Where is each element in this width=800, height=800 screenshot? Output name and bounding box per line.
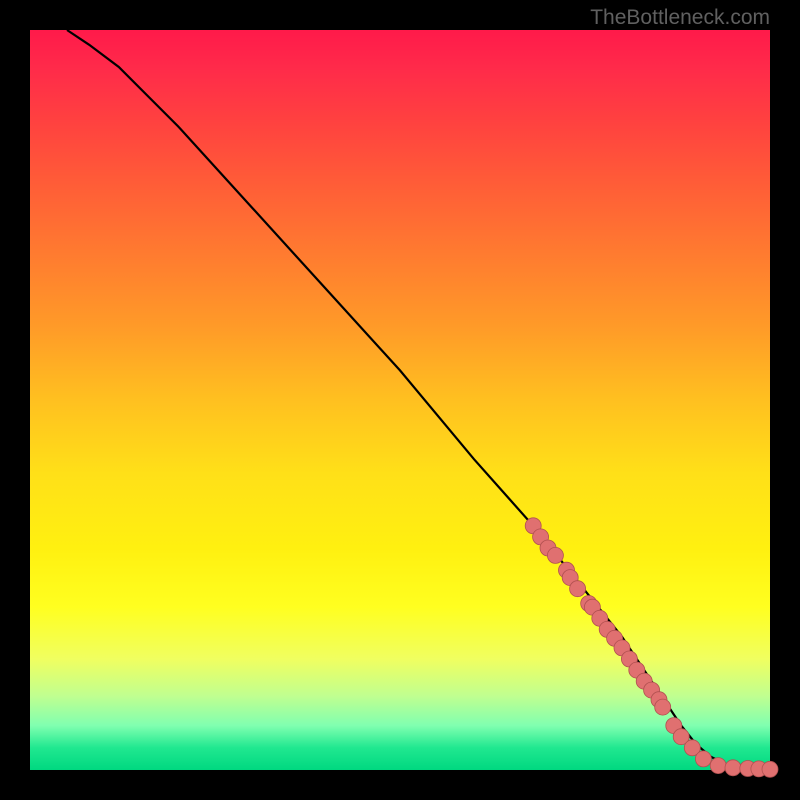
data-point: [725, 760, 741, 776]
data-point: [762, 761, 778, 777]
chart-overlay: [30, 30, 770, 770]
data-point: [570, 581, 586, 597]
data-point: [655, 699, 671, 715]
attribution-text: TheBottleneck.com: [590, 6, 770, 30]
data-point: [710, 758, 726, 774]
scatter-points: [525, 518, 778, 778]
chart-container: [30, 30, 770, 770]
bottleneck-curve: [67, 30, 770, 769]
data-point: [547, 547, 563, 563]
data-point: [695, 751, 711, 767]
